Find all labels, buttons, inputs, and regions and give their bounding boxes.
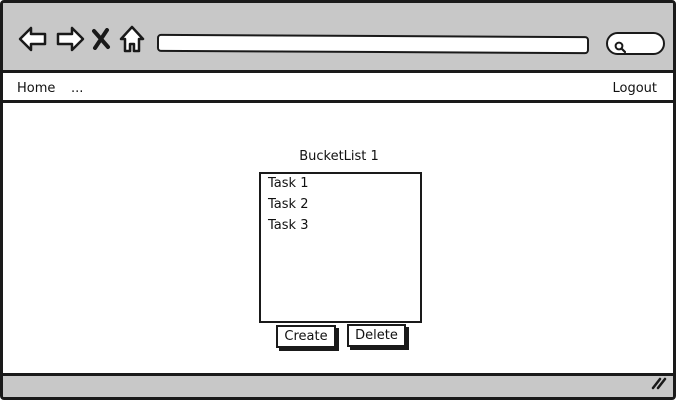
- logout-link[interactable]: Logout: [612, 81, 657, 96]
- bucket-list-title: BucketList 1: [3, 149, 673, 164]
- back-arrow-icon[interactable]: [18, 23, 48, 55]
- task-list[interactable]: Task 1 Task 2 Task 3: [259, 172, 422, 323]
- list-item[interactable]: Task 1: [268, 176, 308, 191]
- search-box[interactable]: [606, 32, 665, 55]
- resize-grip-icon[interactable]: [651, 375, 667, 394]
- delete-button[interactable]: Delete: [347, 324, 406, 347]
- menu-bar: Home ... Logout: [3, 76, 673, 103]
- address-bar[interactable]: [156, 33, 590, 55]
- list-item[interactable]: Task 2: [268, 197, 308, 212]
- list-item[interactable]: Task 3: [268, 218, 308, 233]
- forward-arrow-icon[interactable]: [55, 23, 85, 55]
- home-icon[interactable]: [119, 23, 145, 55]
- menu-more-link[interactable]: ...: [71, 81, 83, 96]
- create-button[interactable]: Create: [276, 325, 336, 348]
- browser-toolbar: [3, 3, 673, 73]
- browser-window: Home ... Logout BucketList 1 Task 1 Task…: [0, 0, 676, 400]
- bucket-list-title-text: BucketList 1: [299, 149, 379, 164]
- status-bar: [3, 373, 673, 397]
- menu-home-link[interactable]: Home: [17, 81, 55, 96]
- close-icon[interactable]: [89, 23, 113, 55]
- search-icon: [614, 38, 627, 57]
